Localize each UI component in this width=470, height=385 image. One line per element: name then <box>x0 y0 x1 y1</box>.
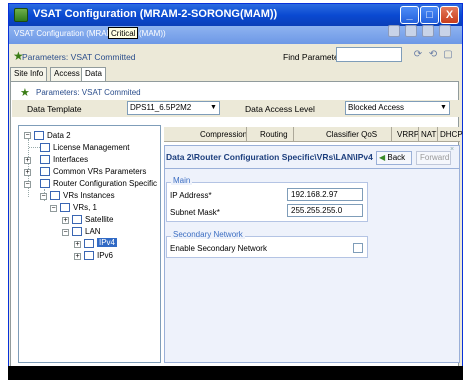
collapse-icon[interactable]: − <box>24 181 31 188</box>
toolbar-icon-3[interactable] <box>422 25 434 37</box>
subtitle-right: (MAM)) <box>139 29 166 38</box>
tree-node-ipv4[interactable]: IPv4 <box>97 238 118 247</box>
secondary-network-legend: Secondary Network <box>171 230 245 239</box>
collapse-icon[interactable]: − <box>40 193 47 200</box>
refresh-icon[interactable]: ⟲ <box>427 49 439 61</box>
enable-secondary-label: Enable Secondary Network <box>170 244 267 253</box>
tree-node-vrs-1[interactable]: VRs, 1 <box>73 203 97 212</box>
data-access-level-select[interactable]: Blocked Access ▼ <box>345 101 450 115</box>
tab-site-info[interactable]: Site Info <box>10 67 48 81</box>
tree-view[interactable]: − Data 2 License Management + Interfaces… <box>18 125 161 363</box>
folder-icon <box>84 239 94 248</box>
main-group-legend: Main <box>171 176 193 185</box>
tree-node-lan[interactable]: LAN <box>85 227 101 236</box>
col-routing[interactable]: Routing <box>260 130 288 139</box>
data-template-value: DPS11_6.5P2M2 <box>130 103 192 112</box>
ip-address-input[interactable]: 192.168.2.97 <box>287 188 363 201</box>
status-bar <box>8 366 463 380</box>
subtitle-left: VSAT Configuration (MRAM-2- <box>14 29 124 38</box>
folder-icon <box>40 143 50 152</box>
expand-icon[interactable]: + <box>74 253 81 260</box>
tree-node-ipv6[interactable]: IPv6 <box>97 251 113 260</box>
folder-icon <box>84 251 94 260</box>
toolbar-icon-2[interactable] <box>405 25 417 37</box>
data-params-star-icon: ★ <box>20 87 30 99</box>
folder-icon <box>34 131 44 140</box>
back-label: Back <box>387 153 406 162</box>
find-parameter-label: Find Parameter <box>283 52 342 62</box>
find-parameter-input[interactable] <box>336 47 402 62</box>
col-compression[interactable]: Compression <box>200 130 247 139</box>
toolbar-icon-4[interactable] <box>439 25 451 37</box>
enable-secondary-checkbox[interactable] <box>353 243 363 253</box>
col-dhcp[interactable]: DHCP <box>440 130 463 139</box>
maximize-button[interactable]: □ <box>420 6 439 24</box>
ip-address-label: IP Address* <box>170 191 212 200</box>
tab-access[interactable]: Access <box>50 67 84 81</box>
expand-icon[interactable]: + <box>74 241 81 248</box>
main-group: Main IP Address* 192.168.2.97 Subnet Mas… <box>166 176 368 222</box>
export-icon[interactable]: ▢ <box>442 49 454 61</box>
tree-node-router-config[interactable]: Router Configuration Specific <box>53 179 157 188</box>
subnet-mask-input[interactable]: 255.255.255.0 <box>287 204 363 217</box>
data-access-level-label: Data Access Level <box>245 104 315 114</box>
folder-icon <box>40 155 50 164</box>
tree-node-license[interactable]: License Management <box>53 143 130 152</box>
tab-data[interactable]: Data <box>81 67 106 82</box>
col-classifier-qos[interactable]: Classifier QoS <box>326 130 377 139</box>
data-template-select[interactable]: DPS11_6.5P2M2 ▼ <box>127 101 220 115</box>
expand-icon[interactable]: + <box>24 169 31 176</box>
tree-node-satellite[interactable]: Satellite <box>85 215 113 224</box>
tree-node-data-2[interactable]: Data 2 <box>47 131 71 140</box>
expand-icon[interactable]: + <box>62 217 69 224</box>
breadcrumb-divider <box>164 168 460 169</box>
find-icon[interactable]: ⟳ <box>412 49 424 61</box>
app-icon <box>14 8 28 22</box>
chevron-down-icon[interactable]: ▼ <box>438 102 449 114</box>
title-bar: VSAT Configuration (MRAM-2-SORONG(MAM)) … <box>9 4 462 26</box>
forward-button[interactable]: Forward <box>416 151 451 165</box>
toolbar-icon-1[interactable] <box>388 25 400 37</box>
collapse-icon[interactable]: − <box>62 229 69 236</box>
col-nat[interactable]: NAT <box>421 130 436 139</box>
folder-icon <box>50 191 60 200</box>
back-button[interactable]: ◀ Back <box>376 151 412 165</box>
chevron-down-icon[interactable]: ▼ <box>208 102 219 114</box>
folder-icon <box>72 227 82 236</box>
tree-node-common-vrs[interactable]: Common VRs Parameters <box>53 167 146 176</box>
back-arrow-icon: ◀ <box>379 153 386 162</box>
col-vrrp[interactable]: VRRP <box>397 130 419 139</box>
data-params-status: Parameters: VSAT Commited <box>36 88 141 97</box>
minimize-button[interactable]: _ <box>400 6 419 24</box>
tree-node-interfaces[interactable]: Interfaces <box>53 155 88 164</box>
subnet-mask-label: Subnet Mask* <box>170 208 220 217</box>
window-title: VSAT Configuration (MRAM-2-SORONG(MAM)) <box>33 8 278 20</box>
tree-node-vrs-instances[interactable]: VRs Instances <box>63 191 115 200</box>
folder-icon <box>40 179 50 188</box>
params-status: Parameters: VSAT Committed <box>22 52 136 62</box>
expand-icon[interactable]: + <box>24 157 31 164</box>
folder-icon <box>40 167 50 176</box>
data-access-level-value: Blocked Access <box>348 103 405 112</box>
folder-icon <box>72 215 82 224</box>
secondary-network-group: Secondary Network Enable Secondary Netwo… <box>166 230 368 258</box>
collapse-icon[interactable]: − <box>24 132 31 139</box>
collapse-icon[interactable]: − <box>50 205 57 212</box>
critical-tooltip: Critical <box>108 27 139 39</box>
close-button[interactable]: X <box>440 6 459 24</box>
column-header: Compression Routing Classifier QoS VRRP … <box>164 127 463 142</box>
folder-icon <box>60 203 70 212</box>
breadcrumb: Data 2\Router Configuration Specific\VRs… <box>166 152 373 162</box>
data-template-label: Data Template <box>27 104 82 114</box>
